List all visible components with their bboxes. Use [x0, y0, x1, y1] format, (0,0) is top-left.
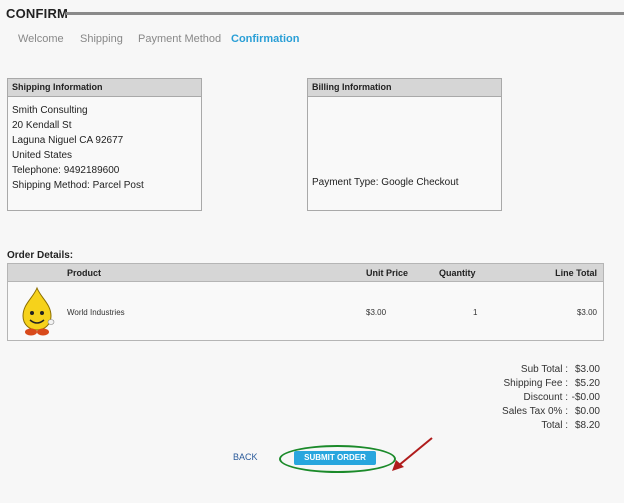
- step-welcome[interactable]: Welcome: [18, 33, 64, 45]
- subtotal-label: Sub Total :: [520, 364, 568, 375]
- billing-information-heading: Billing Information: [308, 79, 501, 97]
- back-link[interactable]: BACK: [233, 452, 258, 462]
- shipping-fee-row: Shipping Fee : $5.20: [470, 377, 601, 391]
- total-value: $8.20: [574, 420, 600, 431]
- billing-information-box: Billing Information Payment Type: Google…: [307, 78, 502, 211]
- discount-label: Discount :: [523, 392, 568, 403]
- subtotal-row: Sub Total : $3.00: [470, 363, 600, 377]
- submit-order-button[interactable]: SUBMIT ORDER: [294, 451, 376, 465]
- shipping-fee-value: $5.20: [574, 378, 600, 389]
- sales-tax-row: Sales Tax 0% : $0.00: [470, 405, 600, 419]
- sales-tax-value: $0.00: [574, 406, 600, 417]
- shipping-street: 20 Kendall St: [12, 120, 72, 131]
- item-product: World Industries: [67, 308, 125, 317]
- step-shipping[interactable]: Shipping: [80, 33, 123, 45]
- shipping-information-heading: Shipping Information: [8, 79, 201, 97]
- payment-type: Payment Type: Google Checkout: [312, 177, 459, 188]
- shipping-country: United States: [12, 150, 73, 161]
- sales-tax-label: Sales Tax 0% :: [502, 406, 568, 417]
- order-table-header: Product Unit Price Quantity Line Total: [8, 264, 603, 282]
- col-quantity: Quantity: [439, 268, 476, 278]
- discount-value: -$0.00: [571, 392, 600, 403]
- total-row: Total : $8.20: [470, 419, 600, 433]
- shipping-company: Smith Consulting: [12, 105, 88, 116]
- item-unit-price: $3.00: [366, 308, 387, 317]
- col-unit-price: Unit Price: [366, 268, 409, 278]
- shipping-telephone: Telephone: 9492189600: [12, 165, 120, 176]
- order-totals: Sub Total : $3.00 Shipping Fee : $5.20 D…: [470, 363, 600, 433]
- annotation-arrow-icon: [392, 437, 433, 471]
- item-line-total: $3.00: [576, 308, 597, 317]
- discount-row: Discount : -$0.00: [470, 391, 600, 405]
- subtotal-value: $3.00: [574, 364, 600, 375]
- order-details-label: Order Details:: [7, 250, 74, 261]
- shipping-city: Laguna Niguel CA 92677: [12, 135, 124, 146]
- step-confirmation[interactable]: Confirmation: [231, 33, 299, 45]
- order-table: Product Unit Price Quantity Line Total W…: [7, 263, 604, 341]
- shipping-fee-label: Shipping Fee :: [503, 378, 569, 389]
- product-thumbnail[interactable]: [17, 286, 57, 338]
- col-product: Product: [67, 268, 102, 278]
- total-label: Total :: [541, 420, 568, 431]
- shipping-method: Shipping Method: Parcel Post: [12, 180, 144, 191]
- page-title: CONFIRM: [6, 6, 69, 21]
- header-rule: [66, 12, 624, 15]
- table-row: World Industries $3.00 1 $3.00: [8, 282, 603, 340]
- page-header: CONFIRM: [0, 0, 624, 26]
- col-line-total: Line Total: [555, 268, 597, 278]
- shipping-information-box: Shipping Information Smith Consulting 20…: [7, 78, 202, 211]
- item-quantity: 1: [473, 308, 478, 317]
- step-payment-method[interactable]: Payment Method: [138, 33, 221, 45]
